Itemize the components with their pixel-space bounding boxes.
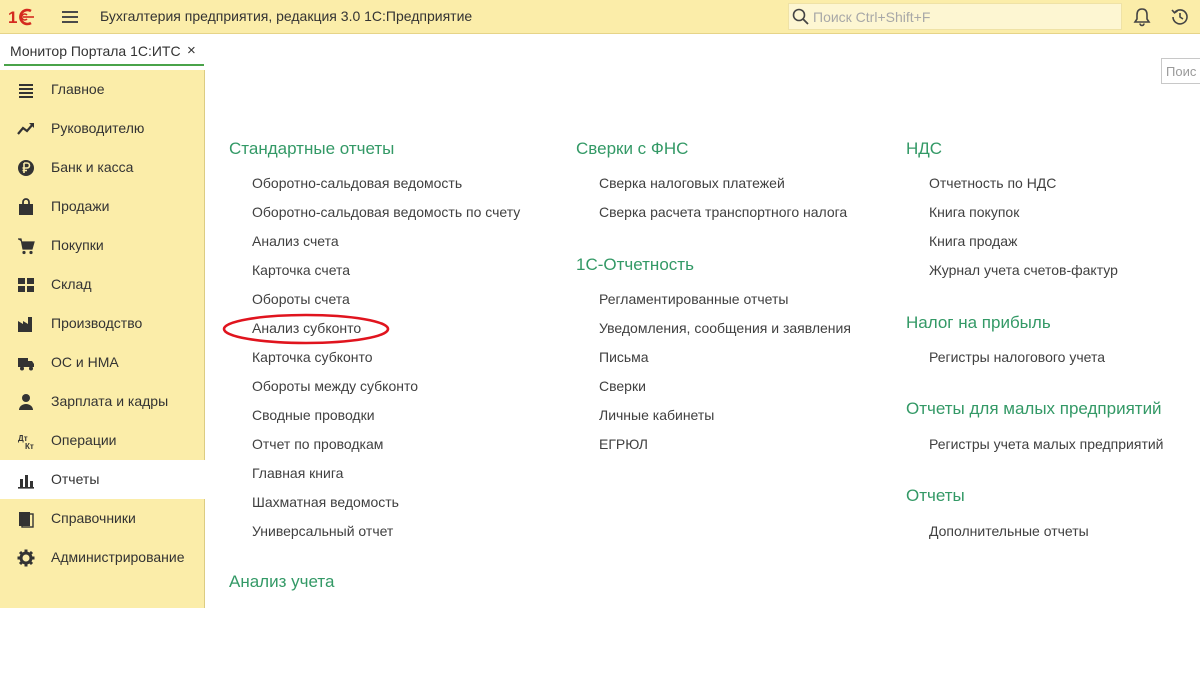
section-title-vat[interactable]: НДС: [906, 139, 942, 159]
report-link[interactable]: Сводные проводки: [252, 407, 375, 423]
1c-logo-icon[interactable]: 1: [8, 7, 48, 27]
tab-portal-monitor[interactable]: Монитор Портала 1С:ИТС ×: [4, 38, 204, 66]
top-bar: 1 Бухгалтерия предприятия, редакция 3.0 …: [0, 0, 1200, 34]
bell-icon[interactable]: [1131, 6, 1153, 28]
person-icon: [19, 394, 33, 410]
report-link[interactable]: Регламентированные отчеты: [599, 291, 788, 307]
report-link[interactable]: Анализ счета: [252, 233, 339, 249]
sidebar-item-label: Администрирование: [51, 549, 185, 565]
report-link[interactable]: Книга продаж: [929, 233, 1017, 249]
report-link[interactable]: Универсальный отчет: [252, 523, 393, 539]
debit-credit-icon: Дт Кт: [18, 434, 34, 450]
shopping-cart-icon: [18, 238, 35, 255]
sidebar-item-purchases[interactable]: Покупки: [0, 226, 205, 265]
reports-search-input[interactable]: [1162, 59, 1200, 83]
sidebar-item-label: Отчеты: [51, 471, 100, 487]
sidebar-item-production[interactable]: Производство: [0, 304, 205, 343]
sidebar-item-directories[interactable]: Справочники: [0, 499, 205, 538]
sidebar-item-label: Продажи: [51, 198, 110, 214]
sidebar: Главное Руководителю Банк и касса Продаж…: [0, 70, 205, 608]
history-icon[interactable]: [1169, 6, 1191, 28]
sidebar-item-label: Склад: [51, 276, 92, 292]
report-link[interactable]: Журнал учета счетов-фактур: [929, 262, 1118, 278]
report-link[interactable]: Обороты счета: [252, 291, 350, 307]
section-title-standard-reports[interactable]: Стандартные отчеты: [229, 139, 394, 159]
sidebar-item-label: Справочники: [51, 510, 136, 526]
report-link[interactable]: Оборотно-сальдовая ведомость: [252, 175, 462, 191]
sidebar-item-label: Главное: [51, 81, 105, 97]
sidebar-item-label: Операции: [51, 432, 117, 448]
reports-search[interactable]: [1161, 58, 1200, 84]
truck-icon: [18, 358, 34, 371]
main-content: [206, 40, 1200, 640]
sidebar-item-warehouse[interactable]: Склад: [0, 265, 205, 304]
section-title-fns-reconciliation[interactable]: Сверки с ФНС: [576, 139, 688, 159]
close-icon[interactable]: ×: [187, 42, 196, 59]
ruble-coin-icon: [18, 160, 34, 176]
section-title-accounting-analysis[interactable]: Анализ учета: [229, 572, 334, 592]
report-link[interactable]: Книга покупок: [929, 204, 1019, 220]
shopping-bag-icon: [19, 198, 33, 215]
hamburger-menu-icon[interactable]: [60, 8, 80, 26]
section-title-small-business-reports[interactable]: Отчеты для малых предприятий: [906, 399, 1162, 419]
report-link-subconto-analysis[interactable]: Анализ субконто: [252, 320, 361, 336]
section-title-reports[interactable]: Отчеты: [906, 486, 965, 506]
report-link[interactable]: ЕГРЮЛ: [599, 436, 648, 452]
bar-chart-icon: [18, 475, 34, 489]
svg-text:Кт: Кт: [25, 442, 34, 450]
search-input[interactable]: [813, 7, 1113, 26]
gear-icon: [17, 549, 35, 567]
sidebar-item-administration[interactable]: Администрирование: [0, 538, 205, 577]
list-icon: [19, 84, 33, 98]
report-link[interactable]: Карточка субконто: [252, 349, 373, 365]
search-icon: [792, 8, 809, 25]
report-link[interactable]: Регистры налогового учета: [929, 349, 1105, 365]
report-link[interactable]: Карточка счета: [252, 262, 350, 278]
sidebar-item-label: Зарплата и кадры: [51, 393, 169, 409]
sidebar-item-label: Руководителю: [51, 120, 145, 136]
sidebar-item-manager[interactable]: Руководителю: [0, 109, 205, 148]
report-link[interactable]: Личные кабинеты: [599, 407, 714, 423]
factory-icon: [18, 317, 32, 332]
sidebar-item-operations[interactable]: Дт Кт Операции: [0, 421, 205, 460]
report-link[interactable]: Оборотно-сальдовая ведомость по счету: [252, 204, 520, 220]
svg-text:1: 1: [8, 8, 17, 27]
report-link[interactable]: Письма: [599, 349, 649, 365]
books-icon: [19, 512, 34, 528]
app-title: Бухгалтерия предприятия, редакция 3.0 1С…: [100, 8, 473, 24]
report-link[interactable]: Регистры учета малых предприятий: [929, 436, 1164, 452]
sidebar-item-sales[interactable]: Продажи: [0, 187, 205, 226]
global-search[interactable]: [788, 3, 1122, 30]
sidebar-item-label: ОС и НМА: [51, 354, 119, 370]
sidebar-item-reports[interactable]: Отчеты: [0, 460, 205, 499]
report-link[interactable]: Сверки: [599, 378, 646, 394]
report-link[interactable]: Сверка расчета транспортного налога: [599, 204, 847, 220]
section-title-1c-reporting[interactable]: 1С-Отчетность: [576, 255, 694, 275]
report-link[interactable]: Отчет по проводкам: [252, 436, 383, 452]
report-link[interactable]: Отчетность по НДС: [929, 175, 1056, 191]
sidebar-item-label: Покупки: [51, 237, 104, 253]
report-link[interactable]: Сверка налоговых платежей: [599, 175, 785, 191]
trend-up-icon: [17, 123, 34, 135]
report-link[interactable]: Дополнительные отчеты: [929, 523, 1089, 539]
section-title-profit-tax[interactable]: Налог на прибыль: [906, 313, 1051, 333]
sidebar-item-assets[interactable]: ОС и НМА: [0, 343, 205, 382]
sidebar-item-label: Банк и касса: [51, 159, 134, 175]
report-link[interactable]: Уведомления, сообщения и заявления: [599, 320, 851, 336]
report-link[interactable]: Шахматная ведомость: [252, 494, 399, 510]
tab-label: Монитор Портала 1С:ИТС: [10, 43, 181, 59]
warehouse-icon: [18, 278, 34, 292]
sidebar-item-salary[interactable]: Зарплата и кадры: [0, 382, 205, 421]
report-link[interactable]: Главная книга: [252, 465, 343, 481]
report-link[interactable]: Обороты между субконто: [252, 378, 418, 394]
sidebar-item-bank[interactable]: Банк и касса: [0, 148, 205, 187]
sidebar-item-main[interactable]: Главное: [0, 70, 205, 109]
sidebar-item-label: Производство: [51, 315, 143, 331]
